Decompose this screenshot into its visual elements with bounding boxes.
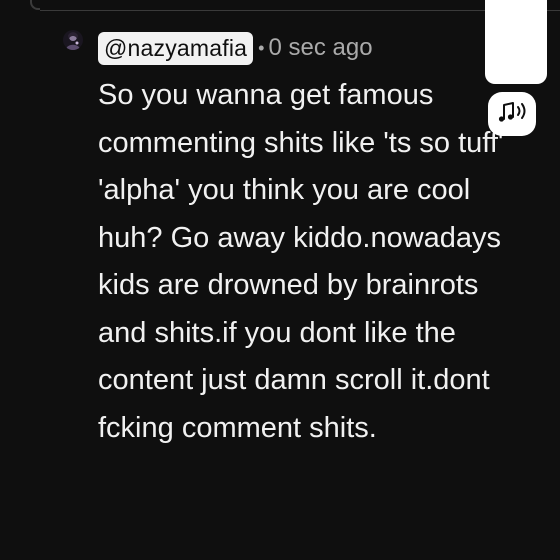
comment-timestamp: 0 sec ago: [268, 34, 373, 61]
music-note-sound-icon: [498, 102, 526, 122]
header-separator: •: [258, 37, 265, 58]
comment-header: @nazyamafia • 0 sec ago: [98, 29, 373, 67]
side-panel: [485, 0, 547, 84]
avatar-icon: [63, 30, 83, 50]
reply-thread-line: [30, 0, 40, 10]
comment-text: So you wanna get famous commenting shits…: [98, 79, 504, 444]
audio-button[interactable]: [488, 92, 536, 136]
author-handle[interactable]: @nazyamafia: [98, 31, 254, 65]
top-divider: [40, 0, 560, 11]
bottom-action-bar: [0, 552, 560, 560]
avatar[interactable]: [63, 30, 83, 50]
